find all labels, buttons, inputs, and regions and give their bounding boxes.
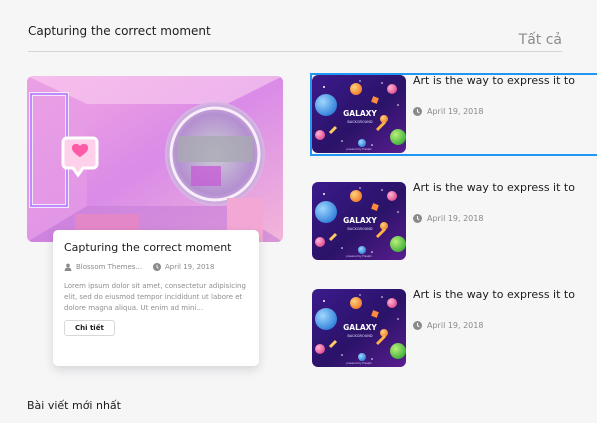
galaxy-image: GALAXY BACKGROUND powered by Freepik — [312, 75, 406, 153]
list-item[interactable]: GALAXY BACKGROUND powered by Freepik Art… — [311, 288, 597, 369]
post-date-text: April 19, 2018 — [165, 263, 215, 271]
post-title[interactable]: Art is the way to express it to — [413, 288, 575, 301]
post-date: April 19, 2018 — [153, 263, 214, 271]
galaxy-background-thumbnail[interactable]: GALAXY BACKGROUND powered by Freepik — [312, 289, 406, 367]
thumb-heading: GALAXY — [343, 109, 377, 118]
thumb-subheading: BACKGROUND — [347, 334, 373, 338]
post-date-text: April 19, 2018 — [427, 107, 484, 116]
galaxy-background-thumbnail[interactable]: GALAXY BACKGROUND powered by Freepik — [312, 75, 406, 153]
see-all-link[interactable]: Tất cả — [519, 32, 562, 48]
thumb-heading: GALAXY — [343, 216, 377, 225]
thumb-subheading: BACKGROUND — [347, 120, 373, 124]
list-item[interactable]: GALAXY BACKGROUND powered by Freepik Art… — [310, 73, 597, 156]
read-more-button[interactable]: Chi tiết — [64, 320, 115, 336]
galaxy-background-thumbnail[interactable]: GALAXY BACKGROUND powered by Freepik — [312, 182, 406, 260]
post-title[interactable]: Art is the way to express it to — [413, 74, 575, 87]
galaxy-image: GALAXY BACKGROUND powered by Freepik — [312, 289, 406, 367]
latest-posts-heading: Bài viết mới nhất — [27, 399, 121, 412]
featured-post-card: Capturing the correct moment Blossom The… — [53, 230, 259, 366]
thumb-footer: powered by Freepik — [346, 147, 372, 151]
post-author-name: Blossom Themes... — [76, 263, 143, 271]
list-item[interactable]: GALAXY BACKGROUND powered by Freepik Art… — [311, 181, 597, 262]
post-date-text: April 19, 2018 — [427, 214, 484, 223]
post-date: April 19, 2018 — [413, 321, 483, 330]
thumb-heading: GALAXY — [343, 323, 377, 332]
clock-icon — [413, 321, 422, 330]
thumb-subheading: BACKGROUND — [347, 227, 373, 231]
post-date-text: April 19, 2018 — [427, 321, 484, 330]
neon-heart-room-image — [27, 76, 283, 242]
featured-post-excerpt: Lorem ipsum dolor sit amet, consectetur … — [64, 282, 246, 312]
clock-icon — [413, 107, 422, 116]
clock-icon — [413, 214, 422, 223]
featured-post-title[interactable]: Capturing the correct moment — [64, 241, 248, 254]
clock-icon — [153, 263, 161, 271]
post-meta: Blossom Themes... April 19, 2018 — [64, 263, 248, 277]
thumb-footer: powered by Freepik — [346, 361, 372, 365]
post-author[interactable]: Blossom Themes... — [64, 263, 142, 271]
featured-post-image[interactable] — [27, 76, 283, 242]
section-header: Capturing the correct moment Tất cả — [28, 22, 562, 52]
galaxy-image: GALAXY BACKGROUND powered by Freepik — [312, 182, 406, 260]
section-title: Capturing the correct moment — [28, 24, 211, 38]
post-title[interactable]: Art is the way to express it to — [413, 181, 575, 194]
post-date: April 19, 2018 — [413, 214, 483, 223]
user-icon — [64, 263, 72, 271]
post-date: April 19, 2018 — [413, 107, 483, 116]
thumb-footer: powered by Freepik — [346, 254, 372, 258]
